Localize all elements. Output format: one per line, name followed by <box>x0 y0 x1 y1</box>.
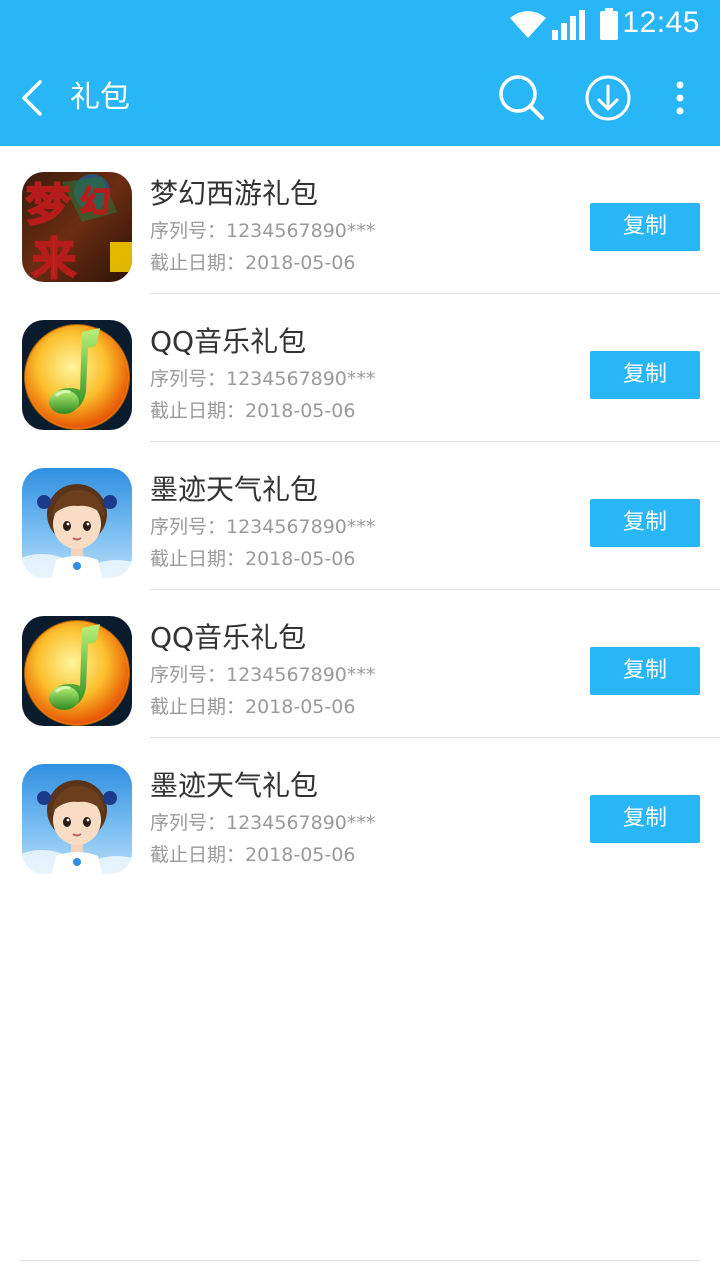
status-time: 12:45 <box>622 6 700 39</box>
gift-deadline: 截止日期：2018-05-06 <box>150 548 356 570</box>
copy-button[interactable]: 复制 <box>590 203 700 251</box>
moji-weather-app-icon <box>22 468 132 578</box>
list-item: 墨迹天气礼包 序列号：1234567890*** 截止日期：2018-05-06… <box>0 738 720 886</box>
copy-button[interactable]: 复制 <box>590 647 700 695</box>
moji-weather-app-icon <box>22 764 132 874</box>
gift-deadline: 截止日期：2018-05-06 <box>150 252 356 274</box>
copy-button[interactable]: 复制 <box>590 795 700 843</box>
gift-deadline: 截止日期：2018-05-06 <box>150 844 356 866</box>
qq-music-app-icon <box>22 616 132 726</box>
download-button[interactable] <box>582 72 634 124</box>
gift-deadline: 截止日期：2018-05-06 <box>150 696 356 718</box>
gift-serial: 序列号：1234567890*** <box>150 368 376 390</box>
qq-music-app-icon <box>22 320 132 430</box>
list-item: 梦幻西游礼包 序列号：1234567890*** 截止日期：2018-05-06… <box>0 146 720 294</box>
battery-icon <box>600 8 618 40</box>
list-item: QQ音乐礼包 序列号：1234567890*** 截止日期：2018-05-06… <box>0 590 720 738</box>
chevron-left-icon <box>10 80 58 130</box>
app-header: 12:45 礼包 <box>0 0 720 146</box>
gift-deadline: 截止日期：2018-05-06 <box>150 400 356 422</box>
search-button[interactable] <box>496 72 548 124</box>
copy-button[interactable]: 复制 <box>590 499 700 547</box>
gift-name: 墨迹天气礼包 <box>150 473 319 506</box>
copy-button[interactable]: 复制 <box>590 351 700 399</box>
wifi-icon <box>510 10 546 38</box>
bottom-divider <box>20 1260 700 1261</box>
menghuan-xiyou-app-icon <box>22 172 132 282</box>
more-vertical-icon <box>660 81 700 128</box>
gift-list: 梦幻西游礼包 序列号：1234567890*** 截止日期：2018-05-06… <box>0 146 720 886</box>
search-icon <box>496 75 548 128</box>
gift-name: 墨迹天气礼包 <box>150 769 319 802</box>
gift-serial: 序列号：1234567890*** <box>150 812 376 834</box>
status-bar: 12:45 <box>0 0 720 50</box>
gift-name: 梦幻西游礼包 <box>150 177 319 210</box>
gift-serial: 序列号：1234567890*** <box>150 220 376 242</box>
more-button[interactable] <box>660 72 700 124</box>
list-item: QQ音乐礼包 序列号：1234567890*** 截止日期：2018-05-06… <box>0 294 720 442</box>
gift-name: QQ音乐礼包 <box>150 325 307 358</box>
page-title: 礼包 <box>70 80 130 115</box>
gift-name: QQ音乐礼包 <box>150 621 307 654</box>
back-button[interactable] <box>10 70 58 126</box>
signal-icon <box>552 10 586 40</box>
gift-serial: 序列号：1234567890*** <box>150 516 376 538</box>
toolbar: 礼包 <box>0 50 720 146</box>
download-icon <box>582 75 634 128</box>
list-item: 墨迹天气礼包 序列号：1234567890*** 截止日期：2018-05-06… <box>0 442 720 590</box>
gift-serial: 序列号：1234567890*** <box>150 664 376 686</box>
